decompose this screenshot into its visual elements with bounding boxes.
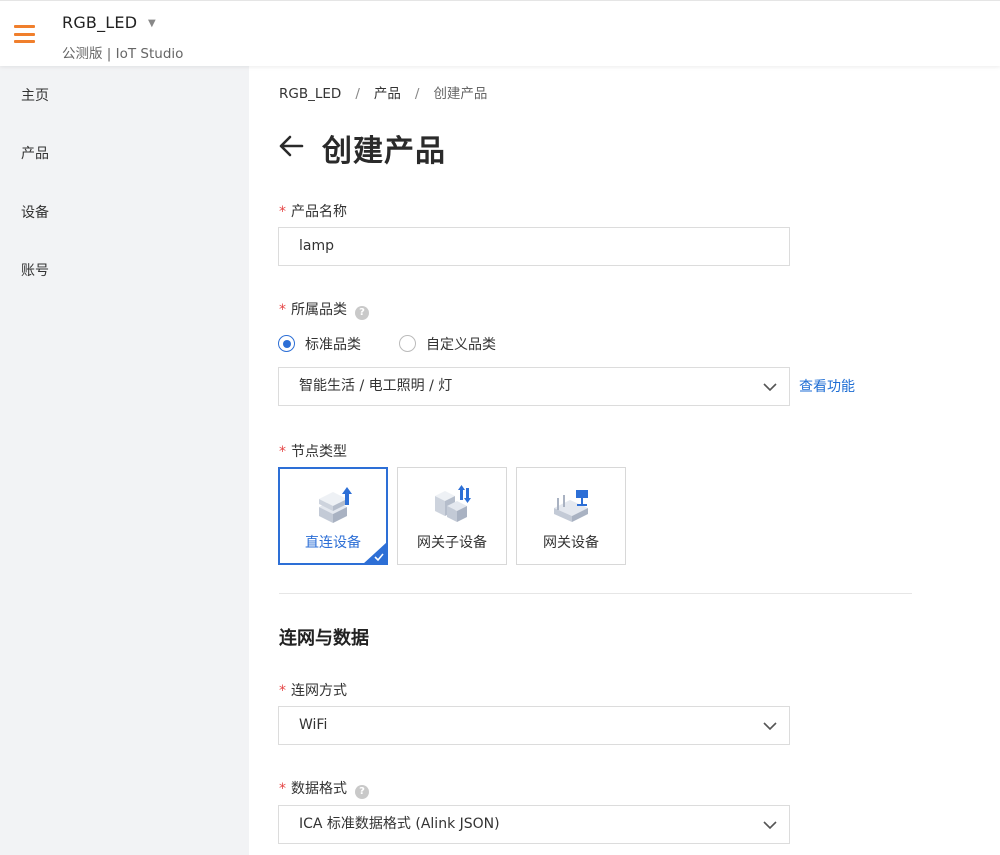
sidebar-item-products[interactable]: 产品: [21, 143, 49, 163]
hamburger-menu-icon[interactable]: [14, 25, 35, 43]
connection-label: * 连网方式: [279, 680, 347, 700]
category-label-text: 所属品类: [291, 302, 347, 318]
connection-select-value: WiFi: [299, 717, 328, 733]
view-features-link[interactable]: 查看功能: [799, 376, 855, 396]
app-subtitle: 公测版 | IoT Studio: [62, 46, 184, 62]
top-bar: RGB_LED ▼ 公测版 | IoT Studio: [0, 0, 1000, 66]
data-format-label: * 数据格式?: [279, 778, 369, 799]
category-select[interactable]: 智能生活 / 电工照明 / 灯: [278, 367, 790, 406]
node-type-label-text: 节点类型: [291, 444, 347, 460]
node-type-direct-device[interactable]: 直连设备: [278, 467, 388, 565]
chevron-down-icon[interactable]: [763, 380, 777, 394]
question-circle-icon[interactable]: ?: [355, 785, 369, 799]
breadcrumb-current: 创建产品: [433, 86, 488, 102]
sidebar-item-devices[interactable]: 设备: [21, 202, 49, 222]
gateway-device-icon: [554, 490, 588, 522]
data-format-select-value: ICA 标准数据格式 (Alink JSON): [299, 816, 500, 832]
category-label: * 所属品类?: [279, 299, 369, 320]
radio-standard-label: 标准品类: [305, 337, 361, 353]
breadcrumb: RGB_LED / 产品 / 创建产品: [279, 82, 487, 102]
gateway-device-label: 网关设备: [543, 535, 599, 551]
product-name-label: * 产品名称: [279, 201, 347, 221]
sidebar-item-home[interactable]: 主页: [21, 85, 49, 105]
breadcrumb-app[interactable]: RGB_LED: [279, 86, 341, 102]
connection-label-text: 连网方式: [291, 683, 347, 699]
data-format-label-text: 数据格式: [291, 781, 347, 797]
app-name[interactable]: RGB_LED: [62, 13, 137, 32]
gateway-subdevice-label: 网关子设备: [417, 535, 487, 551]
required-mark: *: [279, 683, 286, 699]
breadcrumb-separator: /: [414, 86, 420, 102]
gateway-subdevice-icon: [435, 485, 471, 522]
node-type-gateway-subdevice[interactable]: 网关子设备: [397, 467, 507, 565]
radio-custom-label: 自定义品类: [426, 337, 496, 353]
caret-down-icon[interactable]: ▼: [148, 18, 156, 29]
question-circle-icon[interactable]: ?: [355, 306, 369, 320]
chevron-down-icon[interactable]: [763, 719, 777, 733]
sidebar-item-account[interactable]: 账号: [21, 260, 49, 280]
main-content: RGB_LED / 产品 / 创建产品 创建产品 * 产品名称 lamp * 所属品类? 标…: [249, 66, 1000, 855]
node-type-gateway-device[interactable]: 网关设备: [516, 467, 626, 565]
category-select-value: 智能生活 / 电工照明 / 灯: [299, 378, 453, 394]
node-type-label: * 节点类型: [279, 441, 347, 461]
product-name-input[interactable]: lamp: [278, 227, 790, 266]
section-divider: [279, 593, 912, 594]
product-name-label-text: 产品名称: [291, 204, 347, 220]
back-arrow-icon[interactable]: [278, 134, 304, 158]
direct-device-icon: [319, 487, 352, 523]
required-mark: *: [279, 444, 286, 460]
connection-select[interactable]: WiFi: [278, 706, 790, 745]
required-mark: *: [279, 302, 286, 318]
page-title: 创建产品: [322, 134, 446, 169]
section-title-network: 连网与数据: [279, 628, 369, 649]
sidebar: 主页 产品 设备 账号: [0, 66, 249, 855]
radio-dot[interactable]: [399, 335, 416, 352]
required-mark: *: [279, 204, 286, 220]
selected-check-icon: [363, 542, 387, 564]
breadcrumb-products[interactable]: 产品: [374, 86, 401, 102]
data-format-select[interactable]: ICA 标准数据格式 (Alink JSON): [278, 805, 790, 844]
chevron-down-icon[interactable]: [763, 818, 777, 832]
required-mark: *: [279, 781, 286, 797]
radio-dot[interactable]: [278, 335, 295, 352]
breadcrumb-separator: /: [355, 86, 360, 102]
